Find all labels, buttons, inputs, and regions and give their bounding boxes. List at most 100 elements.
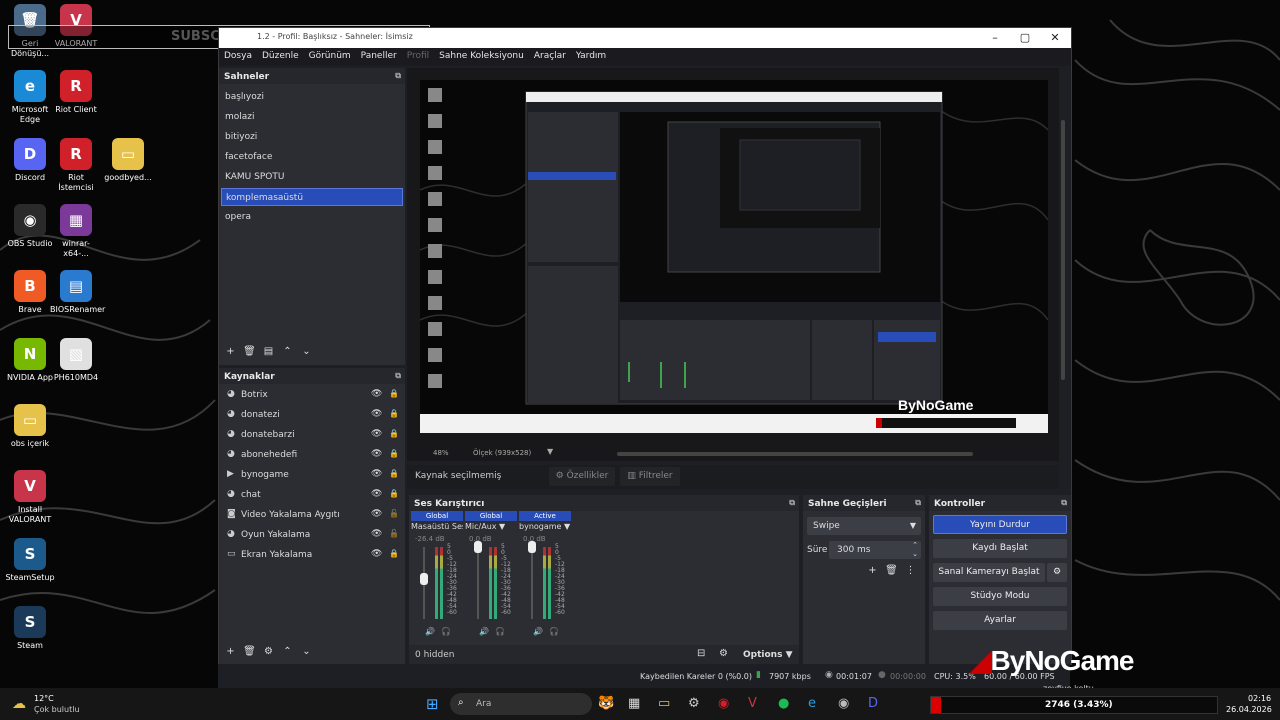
dock-icon[interactable]: ⧉ bbox=[1061, 498, 1067, 508]
transition-select[interactable]: Swipe ▼ bbox=[807, 517, 921, 535]
search-box[interactable]: ⌕ Ara bbox=[450, 693, 592, 715]
down-icon[interactable]: ⌄ bbox=[297, 346, 316, 357]
obs-icon[interactable]: ◉ bbox=[838, 696, 849, 711]
desktop-icon[interactable]: ▭ goodbyed... bbox=[102, 138, 154, 183]
eye-icon[interactable]: 👁 bbox=[371, 449, 382, 459]
scene-item[interactable]: bitiyozi bbox=[221, 128, 403, 146]
add-icon[interactable]: + bbox=[221, 346, 240, 357]
source-item[interactable]: ◕ Oyun Yakalama 👁 🔓 bbox=[221, 526, 403, 544]
settings-icon[interactable]: ⚙ bbox=[688, 696, 700, 711]
stop-stream-button[interactable]: Yayını Durdur bbox=[933, 515, 1067, 534]
source-item[interactable]: ◕ chat 👁 🔒 bbox=[221, 486, 403, 504]
trash-icon[interactable]: 🗑 bbox=[240, 346, 259, 357]
virtual-camera-settings[interactable]: ⚙ bbox=[1047, 563, 1067, 582]
menu-item[interactable]: Paneller bbox=[356, 48, 402, 64]
desktop-icon[interactable]: ▧ PH610MD4 bbox=[50, 338, 102, 383]
eye-icon[interactable]: 👁 bbox=[371, 549, 382, 559]
headphones-icon[interactable]: 🎧 bbox=[495, 627, 505, 636]
scene-item[interactable]: facetoface bbox=[221, 148, 403, 166]
gear-icon[interactable]: ⚙ bbox=[259, 646, 278, 657]
slider-handle[interactable] bbox=[474, 541, 482, 553]
start-icon[interactable]: ⊞ bbox=[426, 695, 439, 713]
desktop-icon[interactable]: N NVIDIA App bbox=[4, 338, 56, 383]
speaker-icon[interactable]: 🔊 bbox=[479, 627, 489, 636]
valorant-icon[interactable]: V bbox=[748, 696, 757, 711]
eye-icon[interactable]: 👁 bbox=[371, 509, 382, 519]
desktop-icon[interactable]: S Steam bbox=[4, 606, 56, 651]
volume-slider[interactable] bbox=[477, 547, 479, 619]
desktop-icon[interactable]: ▭ obs içerik bbox=[4, 404, 56, 449]
preview-scale[interactable]: Ölçek (939x528) bbox=[473, 449, 531, 457]
more-icon[interactable]: ⋮ bbox=[901, 565, 920, 576]
filter-icon[interactable]: ▤ bbox=[259, 346, 278, 357]
up-icon[interactable]: ⌃ bbox=[278, 646, 297, 657]
desktop-icon[interactable]: B Brave bbox=[4, 270, 56, 315]
studio-mode-button[interactable]: Stüdyo Modu bbox=[933, 587, 1067, 606]
volume-slider[interactable] bbox=[531, 547, 533, 619]
scene-item[interactable]: komplemasaüstü bbox=[221, 188, 403, 206]
lock-icon[interactable]: 🔒 bbox=[389, 409, 399, 418]
slider-handle[interactable] bbox=[420, 573, 428, 585]
scene-item[interactable]: molazi bbox=[221, 108, 403, 126]
slider-handle[interactable] bbox=[528, 541, 536, 553]
dock-icon[interactable]: ⧉ bbox=[789, 498, 795, 508]
add-icon[interactable]: + bbox=[221, 646, 240, 657]
trash-icon[interactable]: 🗑 bbox=[882, 565, 901, 576]
speaker-icon[interactable]: 🔊 bbox=[533, 627, 543, 636]
source-item[interactable]: ◕ abonehedefi 👁 🔒 bbox=[221, 446, 403, 464]
source-item[interactable]: ◕ donatebarzi 👁 🔒 bbox=[221, 426, 403, 444]
duration-spinbox[interactable]: 300 ms ⌃ ⌄ bbox=[829, 541, 921, 559]
channel-name[interactable]: bynogame ▼ bbox=[519, 522, 571, 531]
menu-item[interactable]: Araçlar bbox=[529, 48, 571, 64]
desktop-icon[interactable]: V Install VALORANT bbox=[4, 470, 56, 525]
eye-icon[interactable]: 👁 bbox=[371, 389, 382, 399]
lock-icon[interactable]: 🔒 bbox=[389, 429, 399, 438]
lock-icon[interactable]: 🔓 bbox=[389, 529, 399, 538]
close-button[interactable]: ✕ bbox=[1041, 30, 1069, 46]
up-icon[interactable]: ⌃ bbox=[278, 346, 297, 357]
headphones-icon[interactable]: 🎧 bbox=[441, 627, 451, 636]
desktop-icon[interactable]: R Riot İstemcisi bbox=[50, 138, 102, 193]
channel-name[interactable]: Mic/Aux ▼ bbox=[465, 522, 517, 531]
menu-item[interactable]: Düzenle bbox=[257, 48, 304, 64]
preview-scrollbar[interactable] bbox=[617, 452, 973, 456]
desktop-icon[interactable]: e Microsoft Edge bbox=[4, 70, 56, 125]
chevron-down-icon[interactable]: ▼ bbox=[547, 447, 553, 456]
layout-icon[interactable]: ⊟ bbox=[697, 648, 705, 659]
settings-button[interactable]: Ayarlar bbox=[933, 611, 1067, 630]
desktop-icon[interactable]: ◉ OBS Studio bbox=[4, 204, 56, 249]
desktop-icon[interactable]: S SteamSetup bbox=[4, 538, 56, 583]
properties-button[interactable]: ⚙ Özellikler bbox=[549, 467, 615, 486]
riot-icon[interactable]: ◉ bbox=[718, 696, 729, 711]
window-icon[interactable]: ▦ bbox=[628, 696, 640, 711]
lock-icon[interactable]: 🔒 bbox=[389, 449, 399, 458]
filters-button[interactable]: ▥ Filtreler bbox=[620, 467, 680, 486]
discord-icon[interactable]: D bbox=[868, 696, 878, 711]
eye-icon[interactable]: 👁 bbox=[371, 529, 382, 539]
trash-icon[interactable]: 🗑 bbox=[240, 646, 259, 657]
stepper-icon[interactable]: ⌃ ⌄ bbox=[912, 541, 918, 559]
preview-canvas[interactable]: ByNoGame bbox=[420, 80, 1048, 433]
folder-icon[interactable]: ▭ bbox=[658, 696, 670, 711]
dock-icon[interactable]: ⧉ bbox=[395, 71, 401, 81]
desktop-icon[interactable]: ▦ winrar-x64-... bbox=[50, 204, 102, 259]
down-icon[interactable]: ⌄ bbox=[297, 646, 316, 657]
eye-icon[interactable]: 👁 bbox=[371, 409, 382, 419]
channel-name[interactable]: Masaüstü Ses ▼ bbox=[411, 522, 463, 531]
menu-item[interactable]: Görünüm bbox=[304, 48, 356, 64]
hidden-count[interactable]: 0 hidden bbox=[415, 650, 454, 660]
lock-icon[interactable]: 🔒 bbox=[389, 469, 399, 478]
source-item[interactable]: ◕ donatezi 👁 🔒 bbox=[221, 406, 403, 424]
lock-icon[interactable]: 🔒 bbox=[389, 389, 399, 398]
tigers-app-icon[interactable]: 🐯 bbox=[598, 696, 614, 711]
desktop-icon[interactable]: R Riot Client bbox=[50, 70, 102, 115]
desktop-icon[interactable]: ▤ BIOSRenamer bbox=[50, 270, 105, 315]
maximize-button[interactable]: ▢ bbox=[1011, 30, 1039, 46]
scene-item[interactable]: KAMU SPOTU bbox=[221, 168, 403, 186]
edge-icon[interactable]: e bbox=[808, 696, 816, 711]
eye-icon[interactable]: 👁 bbox=[371, 469, 382, 479]
preview-vscrollbar[interactable] bbox=[1061, 120, 1065, 380]
source-item[interactable]: ◕ Botrix 👁 🔒 bbox=[221, 386, 403, 404]
minimize-button[interactable]: – bbox=[981, 30, 1009, 46]
options-button[interactable]: Options ▼ bbox=[743, 650, 793, 660]
